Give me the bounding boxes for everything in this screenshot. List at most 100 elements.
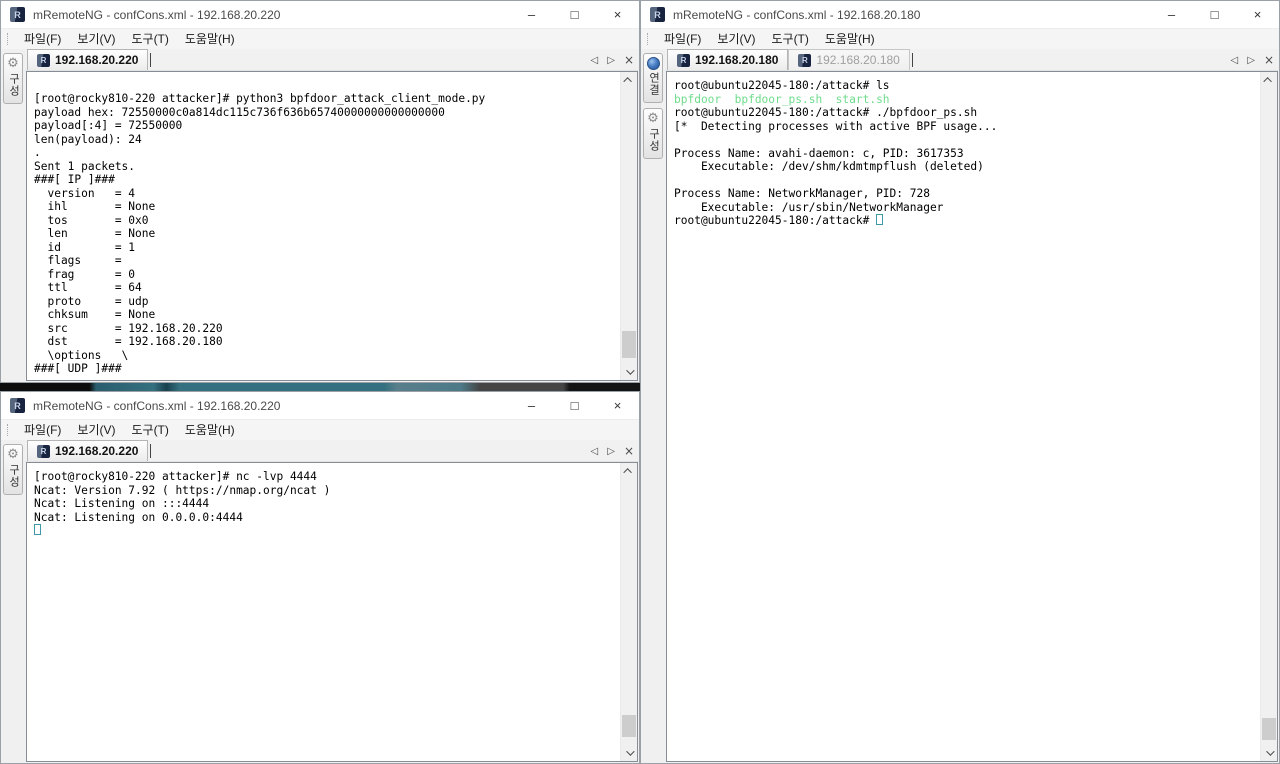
text-cursor [150,53,151,67]
window-controls: – □ × [510,1,639,28]
tab-scroll-left-icon[interactable]: ◁ [591,55,599,66]
tab-label: 192.168.20.180 [695,53,778,67]
tab-label: 192.168.20.220 [55,444,138,458]
window-top-left: mRemoteNG - confCons.xml - 192.168.20.22… [0,0,640,383]
menu-tools[interactable]: 도구(T) [123,420,176,440]
menu-help[interactable]: 도움말(H) [177,420,243,440]
client-area: ⚙ 구성 192.168.20.220 ◁ ▷ × [root@rocky810… [1,49,639,382]
close-button[interactable]: × [596,392,639,419]
maximize-button[interactable]: □ [1193,1,1236,28]
text-cursor [912,53,913,67]
side-tab-config[interactable]: ⚙ 구성 [643,108,663,159]
tab-close-icon[interactable]: × [1264,53,1274,67]
globe-icon [647,57,660,70]
terminal-panel: [root@rocky810-220 attacker]# python3 bp… [26,71,638,381]
maximize-button[interactable]: □ [553,1,596,28]
close-button[interactable]: × [1236,1,1279,28]
client-area: 연결 ⚙ 구성 192.168.20.180 192.168.20.180 ◁ [641,49,1279,763]
terminal-output[interactable]: [root@rocky810-220 attacker]# nc -lvp 44… [27,463,620,761]
terminal-cursor [876,214,883,225]
tab-strip-controls: ◁ ▷ × [591,49,634,71]
menu-view[interactable]: 보기(V) [69,29,123,49]
terminal-panel: [root@rocky810-220 attacker]# nc -lvp 44… [26,462,638,762]
tab-label: 192.168.20.180 [816,53,899,67]
scroll-down-button[interactable] [621,745,637,761]
tab-close-icon[interactable]: × [624,444,634,458]
window-bottom-left: mRemoteNG - confCons.xml - 192.168.20.22… [0,391,640,764]
dock-sidebar: 연결 ⚙ 구성 [641,49,665,763]
menu-view[interactable]: 보기(V) [709,29,763,49]
maximize-button[interactable]: □ [553,392,596,419]
chevron-down-icon [626,366,634,374]
menu-help[interactable]: 도움말(H) [817,29,883,49]
scroll-down-button[interactable] [621,364,637,380]
titlebar[interactable]: mRemoteNG - confCons.xml - 192.168.20.22… [1,1,639,29]
gear-icon: ⚙ [647,112,659,126]
scrollbar-thumb[interactable] [1262,718,1276,740]
side-tab-connections[interactable]: 연결 [643,53,663,103]
connection-tab-strip: 192.168.20.180 192.168.20.180 ◁ ▷ × [665,49,1279,71]
side-tab-label: 연결 [648,72,659,96]
mremoteng-app-icon [650,7,665,22]
terminal-output[interactable]: [root@rocky810-220 attacker]# python3 bp… [27,72,620,380]
menu-file[interactable]: 파일(F) [16,420,69,440]
minimize-button[interactable]: – [510,1,553,28]
menu-tools[interactable]: 도구(T) [123,29,176,49]
scroll-down-button[interactable] [1261,745,1277,761]
scrollbar-track[interactable] [1261,88,1277,745]
side-tab-config[interactable]: ⚙ 구성 [3,444,23,495]
side-tab-label: 구성 [8,464,19,488]
tab-scroll-right-icon[interactable]: ▷ [607,446,615,457]
tab-close-icon[interactable]: × [624,53,634,67]
menu-grip-icon [7,33,10,45]
menu-tools[interactable]: 도구(T) [763,29,816,49]
tab-scroll-right-icon[interactable]: ▷ [1247,55,1255,66]
scroll-up-button[interactable] [621,463,637,479]
scrollbar-thumb[interactable] [622,331,636,358]
main-panel: 192.168.20.220 ◁ ▷ × [root@rocky810-220 … [25,440,639,763]
chevron-up-icon [623,77,631,85]
tab-scroll-left-icon[interactable]: ◁ [1231,55,1239,66]
scrollbar-thumb[interactable] [622,715,636,737]
terminal-output[interactable]: root@ubuntu22045-180:/attack# lsbpfdoor … [667,72,1260,761]
menu-view[interactable]: 보기(V) [69,420,123,440]
window-title: mRemoteNG - confCons.xml - 192.168.20.22… [33,399,280,413]
close-button[interactable]: × [596,1,639,28]
menu-bar: 파일(F) 보기(V) 도구(T) 도움말(H) [641,29,1279,49]
connection-tab-strip: 192.168.20.220 ◁ ▷ × [25,440,639,462]
mremoteng-icon [798,54,811,67]
dock-sidebar: ⚙ 구성 [1,49,25,382]
terminal-panel: root@ubuntu22045-180:/attack# lsbpfdoor … [666,71,1278,762]
vertical-scrollbar [620,463,637,761]
titlebar[interactable]: mRemoteNG - confCons.xml - 192.168.20.18… [641,1,1279,29]
menu-file[interactable]: 파일(F) [16,29,69,49]
scroll-up-button[interactable] [1261,72,1277,88]
tab-connection-220[interactable]: 192.168.20.220 [27,49,148,70]
background-window-strip [0,383,640,391]
minimize-button[interactable]: – [510,392,553,419]
tab-scroll-right-icon[interactable]: ▷ [607,55,615,66]
chevron-up-icon [1263,77,1271,85]
scrollbar-track[interactable] [621,88,637,364]
tab-scroll-left-icon[interactable]: ◁ [591,446,599,457]
menu-file[interactable]: 파일(F) [656,29,709,49]
terminal-cursor [34,524,41,535]
tab-label: 192.168.20.220 [55,53,138,67]
tab-connection-180-2[interactable]: 192.168.20.180 [788,49,909,70]
menu-grip-icon [7,424,10,436]
chevron-down-icon [1266,747,1274,755]
window-controls: – □ × [1150,1,1279,28]
menu-help[interactable]: 도움말(H) [177,29,243,49]
tab-connection-220[interactable]: 192.168.20.220 [27,440,148,461]
side-tab-config[interactable]: ⚙ 구성 [3,53,23,104]
titlebar[interactable]: mRemoteNG - confCons.xml - 192.168.20.22… [1,392,639,420]
chevron-up-icon [623,468,631,476]
tab-connection-180[interactable]: 192.168.20.180 [667,49,788,70]
mremoteng-icon [37,445,50,458]
mremoteng-app-icon [10,398,25,413]
chevron-down-icon [626,747,634,755]
scroll-up-button[interactable] [621,72,637,88]
scrollbar-track[interactable] [621,479,637,745]
minimize-button[interactable]: – [1150,1,1193,28]
main-panel: 192.168.20.180 192.168.20.180 ◁ ▷ × root… [665,49,1279,763]
